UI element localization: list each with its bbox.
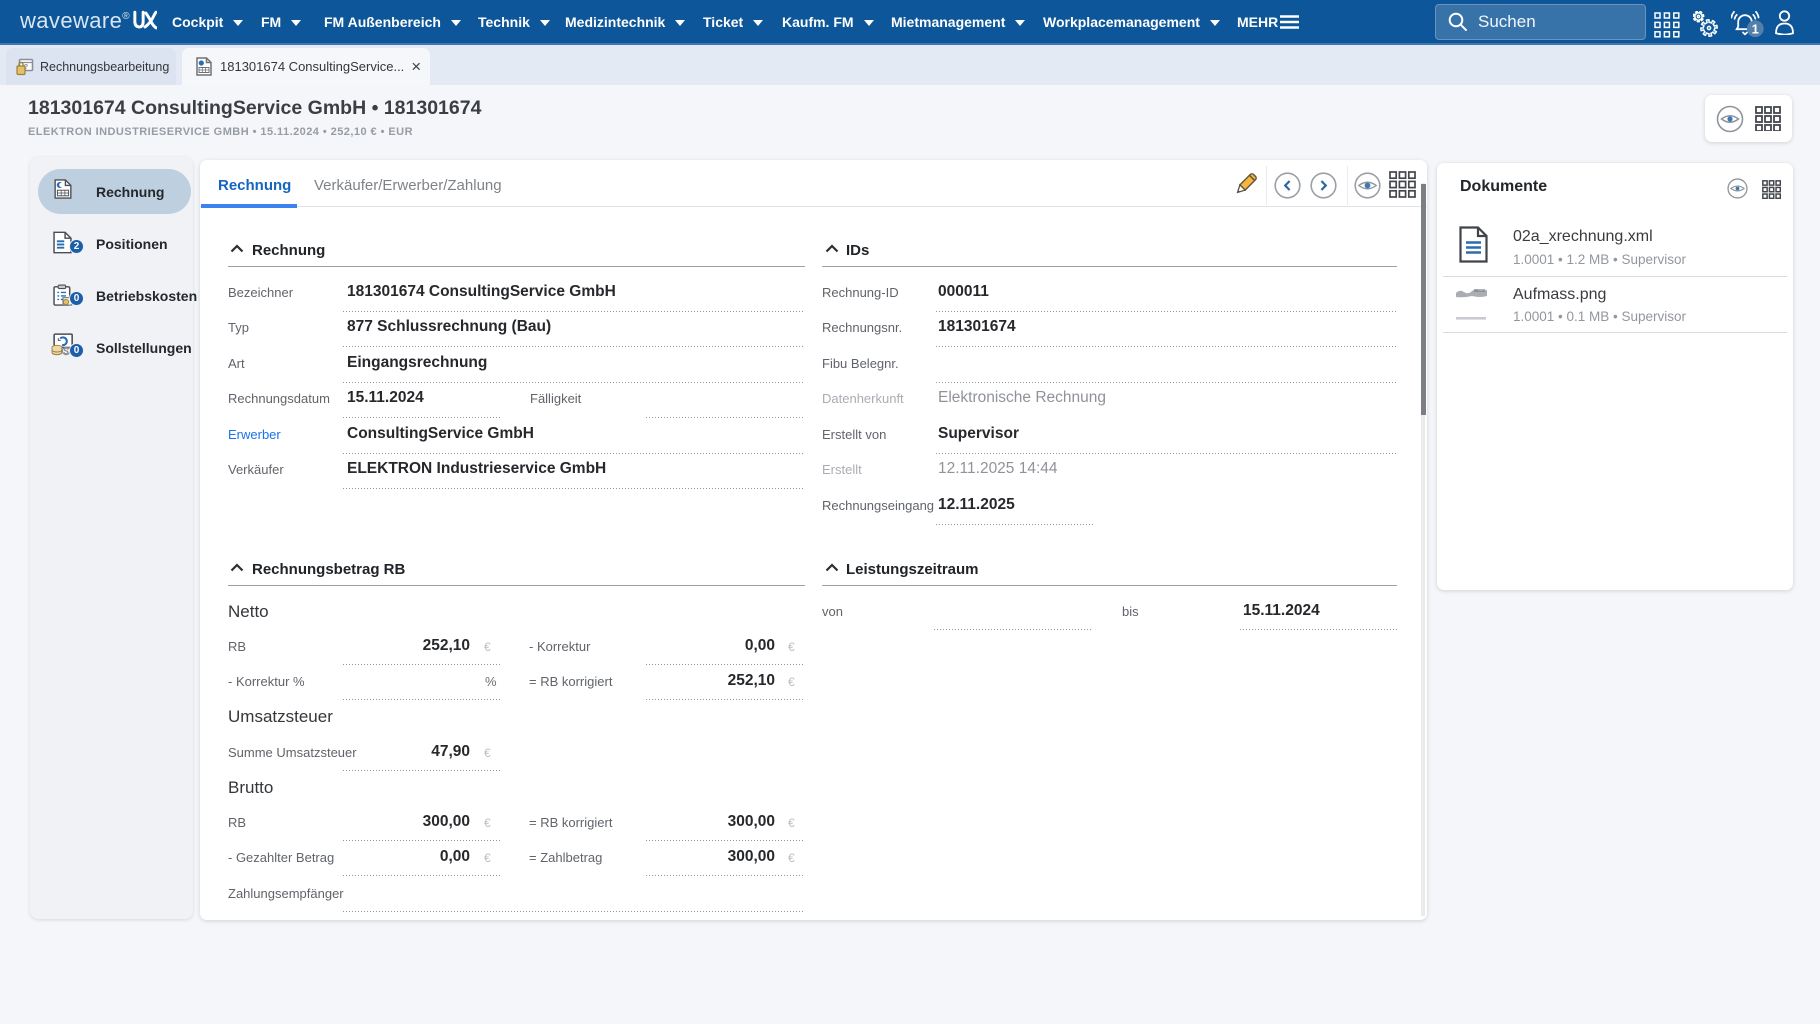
- svg-text:1: 1: [1752, 21, 1759, 36]
- svg-text:S: S: [64, 347, 69, 356]
